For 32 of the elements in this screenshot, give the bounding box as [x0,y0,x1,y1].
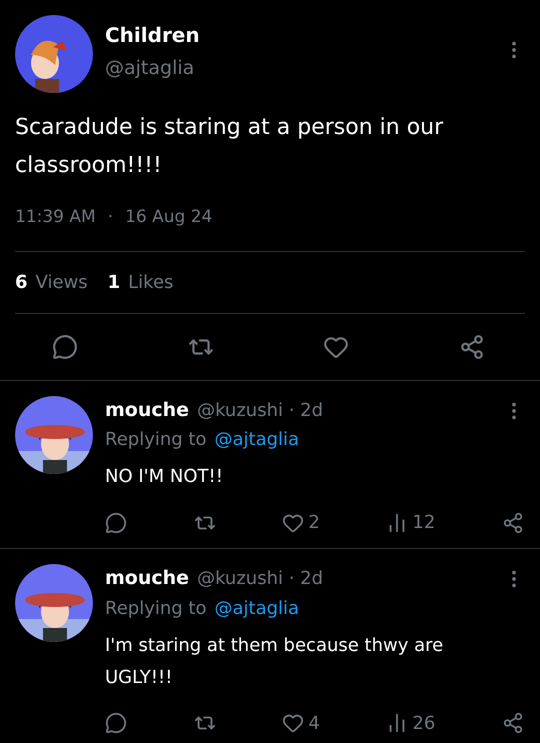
share-icon[interactable] [502,712,524,734]
stat-label: Likes [128,270,174,294]
reply-icon[interactable] [52,334,78,360]
tweet-date: 16 Aug 24 [125,206,212,229]
tweet-text: Scaradude is staring at a person in our classroom!!!! [15,114,444,180]
stat-count: 6 [15,270,28,294]
like-count: 4 [308,712,320,736]
view-count: 26 [412,712,436,736]
reply-text: NO I'M NOT!! [105,465,224,489]
like-icon[interactable] [282,712,304,734]
like-count: 2 [308,511,320,535]
mention-link[interactable]: @ajtaglia [214,426,300,453]
reply-icon[interactable] [105,512,127,534]
stat-label: Views [36,270,88,294]
user-handle[interactable]: @kuzushi · 2d [197,565,324,592]
display-name[interactable]: mouche [105,564,190,592]
display-name[interactable]: mouche [105,396,190,424]
mention-link[interactable]: @ajtaglia [214,594,300,622]
replying-label: Replying to [105,428,206,452]
reply-icon[interactable] [105,712,127,734]
stat-count: 1 [108,270,120,294]
display-name[interactable]: Children [105,20,503,50]
user-handle[interactable]: @kuzushi · 2d [197,396,324,424]
separator-dot: · [108,206,114,229]
tweet-time: 11:39 AM [15,206,96,229]
replying-label: Replying to [105,596,206,620]
view-count: 12 [412,511,436,535]
share-icon[interactable] [458,334,485,360]
reply-text: I'm staring at them because thwy are UGLY!!! [105,634,444,690]
like-icon[interactable] [282,512,304,534]
user-handle[interactable]: @ajtaglia [105,54,503,82]
share-icon[interactable] [502,512,524,534]
